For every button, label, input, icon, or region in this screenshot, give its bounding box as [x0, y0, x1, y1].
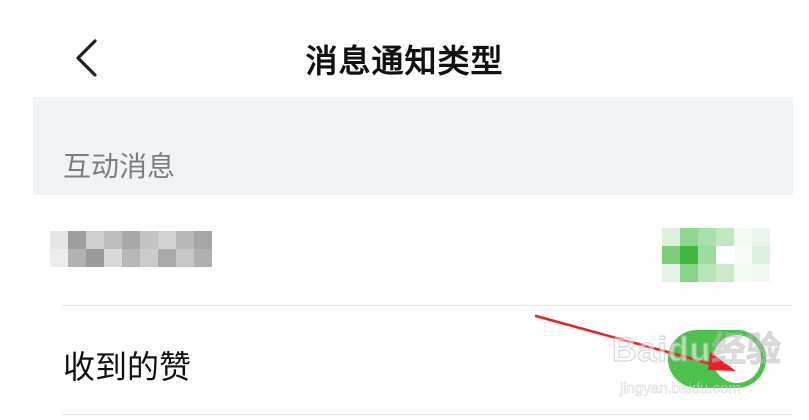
row-divider: [62, 414, 793, 415]
toggle-knob: [713, 335, 761, 383]
page-title: 消息通知类型: [305, 42, 504, 80]
section-title: 互动消息: [63, 150, 176, 183]
obscured-label: [50, 231, 212, 267]
row-label-likes: 收到的赞: [63, 348, 192, 386]
likes-toggle[interactable]: [668, 330, 766, 388]
obscured-toggle[interactable]: [662, 228, 770, 282]
section-header: 互动消息: [33, 97, 793, 195]
header-bar: 消息通知类型: [0, 0, 809, 95]
